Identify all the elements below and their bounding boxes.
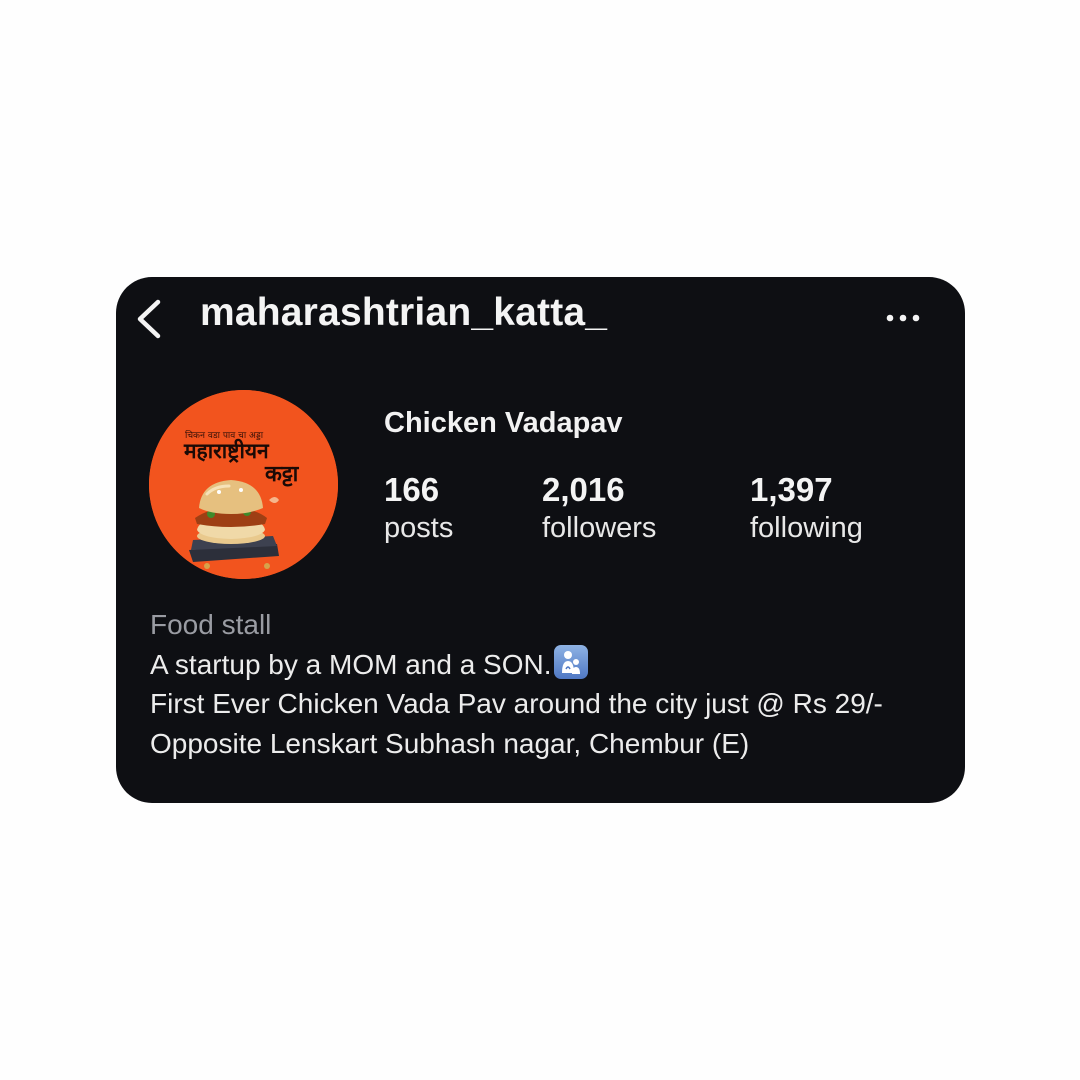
following-stat[interactable]: 1,397 following xyxy=(750,470,863,546)
profile-bio: Food stall A startup by a MOM and a SON.… xyxy=(150,605,940,763)
profile-avatar[interactable]: चिकन वडा पाव चा अड्डा महाराष्ट्रीयन कट्ट… xyxy=(149,390,338,579)
avatar-title-line1: महाराष्ट्रीयन xyxy=(183,438,270,463)
followers-count: 2,016 xyxy=(542,471,625,508)
profile-username: maharashtrian_katta_ xyxy=(200,291,608,334)
posts-count: 166 xyxy=(384,471,440,508)
posts-label: posts xyxy=(384,512,454,544)
followers-stat[interactable]: 2,016 followers xyxy=(542,470,656,546)
bio-line-2: First Ever Chicken Vada Pav around the c… xyxy=(150,688,883,719)
bio-line-1-text: A startup by a MOM and a SON. xyxy=(150,648,552,680)
avatar-logo-image: चिकन वडा पाव चा अड्डा महाराष्ट्रीयन कट्ट… xyxy=(149,390,338,579)
avatar-title-line2: कट्टा xyxy=(264,462,300,487)
bio-line-1: A startup by a MOM and a SON. xyxy=(150,644,940,685)
more-options-button[interactable] xyxy=(884,305,924,329)
following-count: 1,397 xyxy=(750,471,833,508)
family-mother-son-emoji-icon xyxy=(553,644,588,679)
bio-category: Food stall xyxy=(150,609,272,640)
posts-stat[interactable]: 166 posts xyxy=(384,470,453,546)
following-label: following xyxy=(750,512,863,544)
chevron-left-icon xyxy=(137,299,161,339)
profile-display-name: Chicken Vadapav xyxy=(384,407,623,439)
bio-line-3: Opposite Lenskart Subhash nagar, Chembur… xyxy=(150,727,750,759)
profile-card: maharashtrian_katta_ चिकन वडा पाव चा अड्… xyxy=(116,277,965,803)
back-button[interactable] xyxy=(134,297,166,341)
followers-label: followers xyxy=(542,512,657,544)
more-icon xyxy=(886,314,920,322)
